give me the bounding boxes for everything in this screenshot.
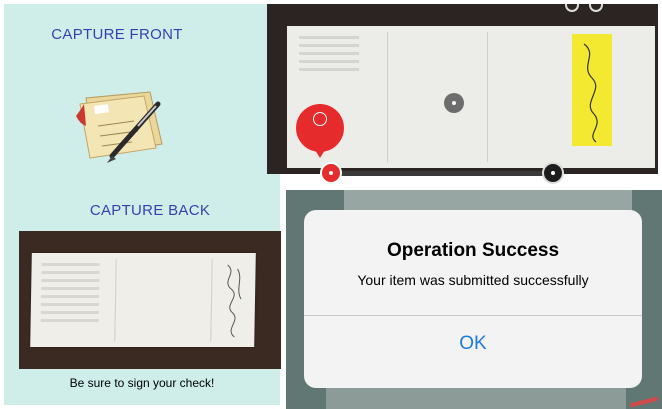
ok-button[interactable]: OK: [304, 316, 642, 388]
check-pen-icon[interactable]: [72, 86, 172, 166]
capture-back-title[interactable]: CAPTURE BACK: [4, 202, 296, 219]
dialog-title: Operation Success: [386, 240, 560, 261]
slider-handle-right[interactable]: [542, 162, 564, 184]
success-screen: Operation Success Your item was submitte…: [286, 190, 662, 409]
capture-panel: CAPTURE FRONT CAPTURE BACK Be sure to si…: [4, 4, 281, 405]
signature-icon: [227, 264, 242, 338]
focus-dot-icon[interactable]: [444, 93, 464, 113]
capture-front-title[interactable]: CAPTURE FRONT: [4, 26, 230, 43]
check-paper: [30, 253, 256, 347]
camera-option-icon[interactable]: [589, 4, 603, 12]
sticky-note: [572, 34, 612, 146]
camera-view[interactable]: [267, 4, 658, 174]
signature-icon: [583, 43, 598, 143]
slider-track[interactable]: [329, 171, 553, 176]
slider-handle-left[interactable]: [320, 162, 342, 184]
background-document: [326, 386, 626, 409]
dialog-message: Your item was submitted successfully: [357, 272, 589, 288]
camera-badge-icon: [313, 112, 327, 126]
camera-option-icon[interactable]: [565, 4, 579, 12]
check-back-photo[interactable]: [19, 231, 281, 369]
sign-check-hint: Be sure to sign your check!: [69, 376, 215, 390]
camera-badge[interactable]: [296, 104, 344, 158]
operation-success-dialog: Operation Success Your item was submitte…: [304, 210, 642, 388]
